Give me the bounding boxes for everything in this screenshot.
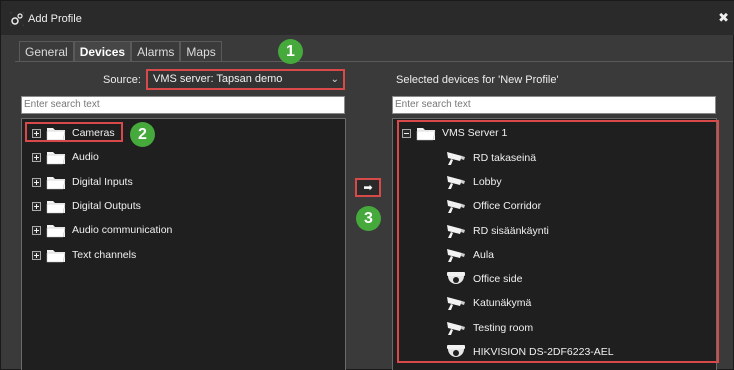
source-label: Source:	[103, 74, 141, 86]
left-search-input[interactable]: Enter search text	[21, 96, 345, 114]
cameras-highlight	[25, 122, 123, 142]
tab-maps[interactable]: Maps	[180, 41, 222, 62]
tab-bar: General Devices Alarms Maps	[19, 41, 222, 62]
folder-icon	[46, 201, 66, 214]
chevron-down-icon: ⌄	[330, 74, 339, 85]
tree-item-digital-inputs[interactable]: Digital Inputs	[32, 172, 133, 192]
tree-item-label: Digital Inputs	[72, 176, 133, 188]
expand-icon[interactable]	[32, 225, 41, 235]
expand-icon[interactable]	[32, 250, 41, 260]
right-search-input[interactable]: Enter search text	[392, 96, 716, 114]
tree-item-label: Audio communication	[72, 224, 173, 236]
expand-icon[interactable]	[32, 152, 41, 162]
step-badge-3: 3	[356, 206, 381, 231]
tree-item-label: Audio	[72, 151, 99, 163]
folder-icon	[46, 177, 66, 190]
window-title: Add Profile	[28, 13, 82, 25]
tree-item-audio-communication[interactable]: Audio communication	[32, 220, 172, 240]
selected-devices-highlight	[397, 120, 719, 363]
source-select[interactable]: VMS server: Tapsan demo ⌄	[146, 69, 345, 90]
tree-item-audio[interactable]: Audio	[32, 147, 99, 167]
tab-general[interactable]: General	[19, 41, 74, 62]
title-bar: Add Profile ✖	[1, 1, 734, 35]
close-icon[interactable]: ✖	[718, 11, 729, 26]
expand-icon[interactable]	[32, 201, 41, 211]
folder-icon	[46, 225, 66, 238]
folder-icon	[46, 152, 66, 165]
tree-item-digital-outputs[interactable]: Digital Outputs	[32, 196, 141, 216]
step-badge-1: 1	[278, 39, 303, 64]
tree-item-label: Digital Outputs	[72, 200, 141, 212]
app-gear-icon	[10, 12, 24, 26]
selected-devices-title: Selected devices for 'New Profile'	[396, 74, 559, 86]
source-select-value: VMS server: Tapsan demo	[153, 73, 283, 85]
add-devices-button[interactable]: ➡	[355, 178, 381, 197]
tree-item-text-channels[interactable]: Text channels	[32, 245, 136, 265]
add-profile-dialog: Add Profile ✖ General Devices Alarms Map…	[0, 0, 734, 370]
tab-alarms[interactable]: Alarms	[131, 41, 181, 62]
step-badge-2: 2	[130, 122, 155, 147]
tab-divider	[15, 61, 733, 62]
tab-devices[interactable]: Devices	[73, 41, 132, 62]
tree-item-label: Text channels	[72, 249, 137, 261]
expand-icon[interactable]	[32, 177, 41, 187]
folder-icon	[46, 250, 66, 263]
